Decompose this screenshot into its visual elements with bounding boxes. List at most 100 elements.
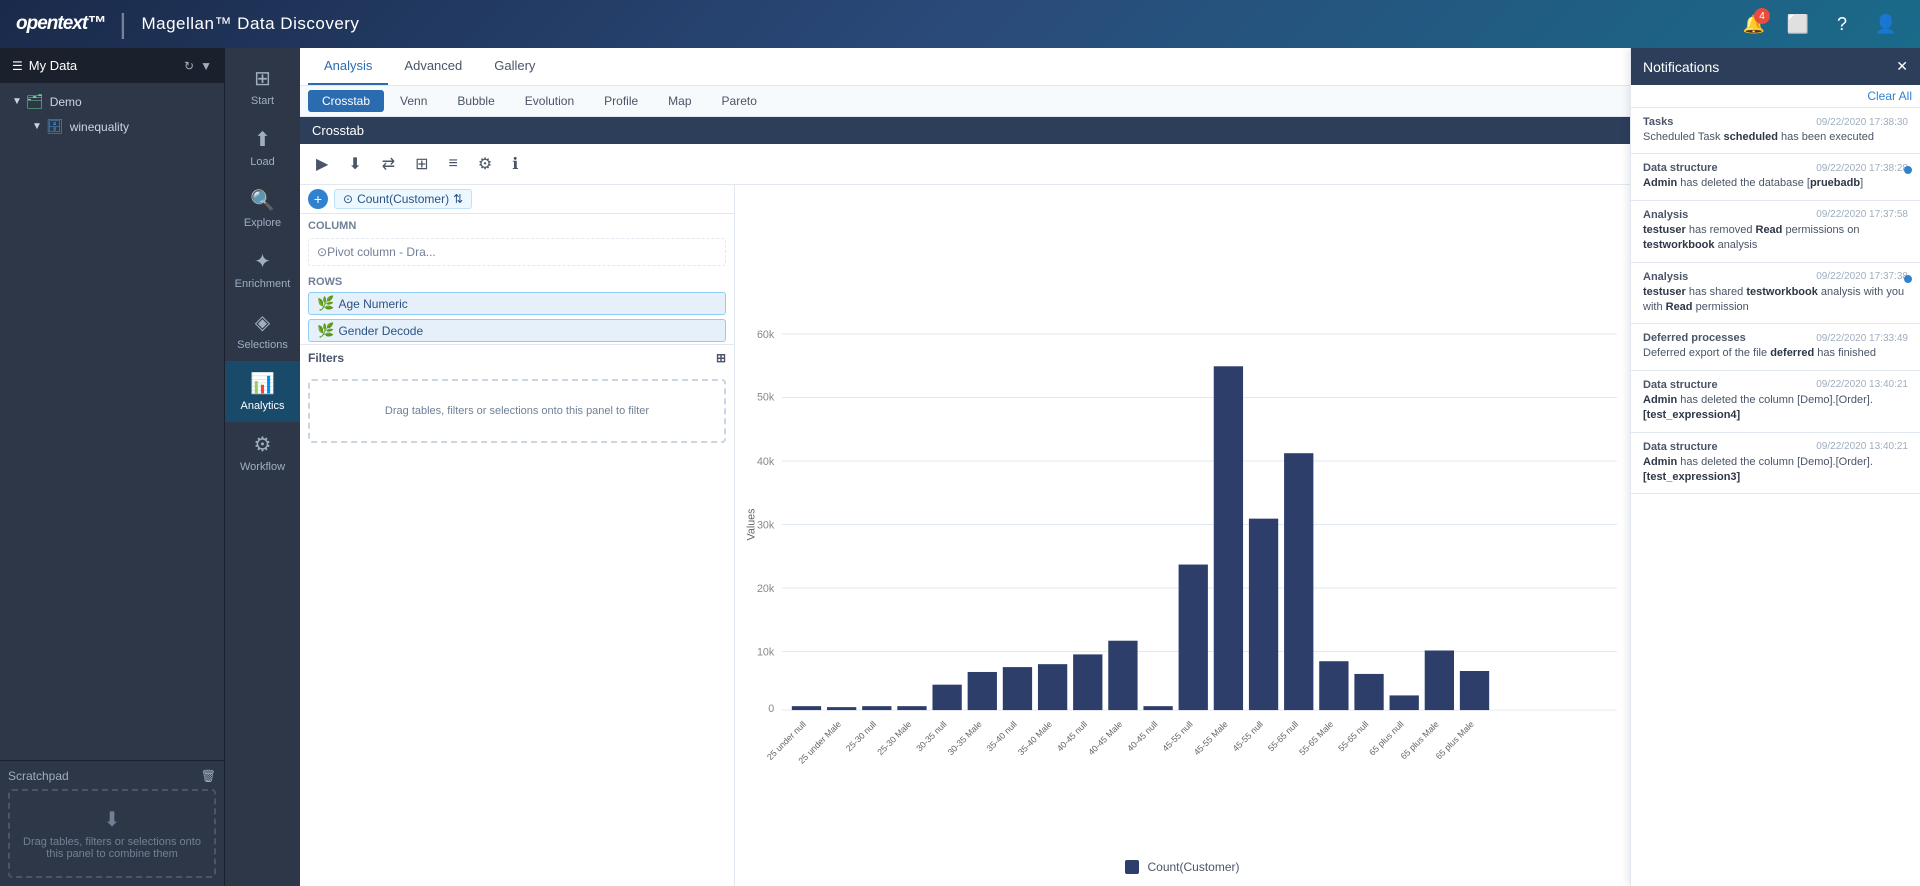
help-button[interactable]: ? <box>1824 6 1860 42</box>
svg-text:55-65 Male: 55-65 Male <box>1297 719 1335 757</box>
nav-item-enrichment[interactable]: ✦ Enrichment <box>225 239 300 300</box>
screen-button[interactable]: ⬜ <box>1780 6 1816 42</box>
close-notifications-button[interactable]: ✕ <box>1896 58 1908 75</box>
sub-tab-profile[interactable]: Profile <box>590 90 652 112</box>
top-tabs: Analysis Advanced Gallery <box>300 48 1630 86</box>
question-icon: ? <box>1837 14 1847 35</box>
enrichment-icon: ✦ <box>254 249 271 274</box>
sub-tab-bubble[interactable]: Bubble <box>443 90 508 112</box>
filter-drop-text: Drag tables, filters or selections onto … <box>385 405 649 417</box>
svg-text:45-55 null: 45-55 null <box>1231 719 1265 753</box>
field-gender-decode[interactable]: 🌿 Gender Decode <box>308 319 726 342</box>
opentext-logo: opentext™ <box>16 13 105 35</box>
notification-item: Data structure 09/22/2020 17:38:28 Admin… <box>1631 154 1920 200</box>
tree-item-winequality[interactable]: ▼ 🗄 winequality <box>0 114 224 139</box>
header: opentext™ | Magellan™ Data Discovery 🔔 4… <box>0 0 1920 48</box>
data-tree: ▼ 🗂 Demo ▼ 🗄 winequality <box>0 83 224 760</box>
svg-text:50k: 50k <box>757 391 775 403</box>
download-button[interactable]: ⬇ <box>340 150 369 178</box>
notification-header-row: Data structure 09/22/2020 13:40:21 <box>1643 441 1908 453</box>
main-split: + ⊙ Count(Customer) ⇅ Column ⊙ Pivot col… <box>300 185 1630 886</box>
my-data-header[interactable]: ☰ My Data ↻ ▼ <box>0 48 224 83</box>
field-icon-gender: 🌿 <box>317 322 334 339</box>
notification-time: 09/22/2020 13:40:21 <box>1816 441 1908 452</box>
svg-text:40k: 40k <box>757 456 775 468</box>
svg-text:40-45 null: 40-45 null <box>1125 719 1159 753</box>
notification-text: Scheduled Task scheduled has been execut… <box>1643 130 1908 145</box>
sub-tabs: Crosstab Venn Bubble Evolution Profile M… <box>300 86 1630 117</box>
info-button[interactable]: ℹ <box>504 150 526 178</box>
nav-label-workflow: Workflow <box>240 461 285 473</box>
delete-icon[interactable]: 🗑 <box>201 769 216 783</box>
notification-item: Data structure 09/22/2020 13:40:21 Admin… <box>1631 433 1920 495</box>
scratchpad-drop-icon: ⬇ <box>18 807 206 832</box>
nav-item-explore[interactable]: 🔍 Explore <box>225 178 300 239</box>
svg-text:10k: 10k <box>757 646 775 658</box>
tab-advanced[interactable]: Advanced <box>388 48 478 85</box>
nav-item-workflow[interactable]: ⚙ Workflow <box>225 422 300 483</box>
nav-item-analytics[interactable]: 📊 Analytics <box>225 361 300 422</box>
filters-grid-icon[interactable]: ⊞ <box>716 351 726 365</box>
workflow-icon: ⚙ <box>254 432 272 457</box>
svg-text:25-30 Male: 25-30 Male <box>875 719 913 757</box>
share-button[interactable]: ⇄ <box>374 150 403 178</box>
notification-type: Analysis <box>1643 209 1688 221</box>
chevron-down-icon: ▼ <box>200 59 212 73</box>
notifications-button[interactable]: 🔔 4 <box>1736 6 1772 42</box>
nav-sidebar: ⊞ Start ⬆ Load 🔍 Explore ✦ Enrichment ◈ … <box>224 48 300 886</box>
svg-text:65 plus Male: 65 plus Male <box>1434 719 1476 761</box>
sidebar: ☰ My Data ↻ ▼ ▼ 🗂 Demo ▼ 🗄 winequality <box>0 48 224 886</box>
svg-text:30-35 null: 30-35 null <box>914 719 948 753</box>
sub-tab-map[interactable]: Map <box>654 90 705 112</box>
filter-drop-zone[interactable]: Drag tables, filters or selections onto … <box>308 379 726 443</box>
bar-chart: 60k 50k 40k 30k 20k 10k 0 <box>743 193 1622 856</box>
notification-header-row: Deferred processes 09/22/2020 17:33:49 <box>1643 332 1908 344</box>
tab-analysis[interactable]: Analysis <box>308 48 388 85</box>
notification-item: Analysis 09/22/2020 17:37:38 testuser ha… <box>1631 263 1920 325</box>
run-button[interactable]: ▶ <box>308 150 336 178</box>
tree-item-demo[interactable]: ▼ 🗂 Demo <box>0 89 224 114</box>
refresh-icon[interactable]: ↻ <box>184 59 194 73</box>
tab-gallery[interactable]: Gallery <box>478 48 551 85</box>
sub-tab-evolution[interactable]: Evolution <box>511 90 588 112</box>
scratchpad-section: Scratchpad 🗑 ⬇ Drag tables, filters or s… <box>0 760 224 886</box>
notification-header-row: Analysis 09/22/2020 17:37:38 <box>1643 271 1908 283</box>
column-drop-zone[interactable]: ⊙ Pivot column - Dra... <box>308 238 726 266</box>
nav-item-start[interactable]: ⊞ Start <box>225 56 300 117</box>
filter-button[interactable]: ≡ <box>441 151 466 177</box>
notification-type: Tasks <box>1643 116 1673 128</box>
app-logo: opentext™ | Magellan™ Data Discovery <box>16 8 359 40</box>
nav-item-selections[interactable]: ◈ Selections <box>225 300 300 361</box>
clear-all-button[interactable]: Clear All <box>1867 89 1912 103</box>
measure-bar: + ⊙ Count(Customer) ⇅ <box>300 185 734 214</box>
nav-item-load[interactable]: ⬆ Load <box>225 117 300 178</box>
my-data-label: My Data <box>29 58 77 73</box>
field-age-numeric[interactable]: 🌿 Age Numeric <box>308 292 726 315</box>
svg-text:55-65 null: 55-65 null <box>1336 719 1370 753</box>
settings-button[interactable]: ⚙ <box>470 150 500 178</box>
tree-item-label: Demo <box>50 95 82 109</box>
sub-tab-pareto[interactable]: Pareto <box>708 90 771 112</box>
user-button[interactable]: 👤 <box>1868 6 1904 42</box>
measure-chip-label: Count(Customer) <box>357 192 449 206</box>
scratchpad-dropzone[interactable]: ⬇ Drag tables, filters or selections ont… <box>8 789 216 878</box>
chart-area: 60k 50k 40k 30k 20k 10k 0 <box>735 185 1630 886</box>
nav-label-analytics: Analytics <box>240 400 284 412</box>
notification-item: Data structure 09/22/2020 13:40:21 Admin… <box>1631 371 1920 433</box>
measure-chip[interactable]: ⊙ Count(Customer) ⇅ <box>334 189 472 209</box>
chart-title: Crosstab <box>300 117 1630 144</box>
left-panel: + ⊙ Count(Customer) ⇅ Column ⊙ Pivot col… <box>300 185 735 886</box>
notification-type: Deferred processes <box>1643 332 1746 344</box>
add-measure-button[interactable]: + <box>308 189 328 209</box>
grid-button[interactable]: ⊞ <box>407 150 436 178</box>
notification-time: 09/22/2020 17:33:49 <box>1816 333 1908 344</box>
start-icon: ⊞ <box>254 66 271 91</box>
sub-tab-venn[interactable]: Venn <box>386 90 441 112</box>
user-icon: 👤 <box>1875 14 1897 35</box>
sidebar-header-icons: ↻ ▼ <box>184 59 212 73</box>
field-icon-age: 🌿 <box>317 295 334 312</box>
notification-text: Deferred export of the file deferred has… <box>1643 346 1908 361</box>
sidebar-toggle-icon: ☰ <box>12 59 23 73</box>
chart-svg-container: 60k 50k 40k 30k 20k 10k 0 <box>743 193 1622 856</box>
sub-tab-crosstab[interactable]: Crosstab <box>308 90 384 112</box>
